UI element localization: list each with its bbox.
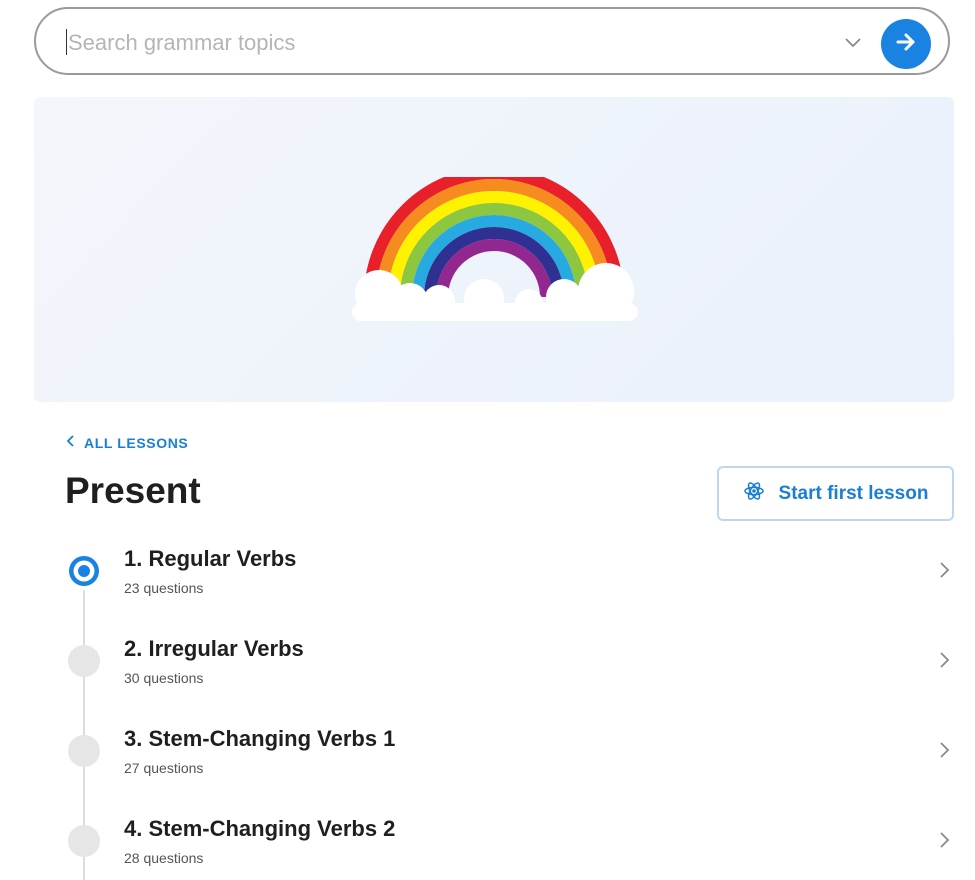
atom-icon: [743, 480, 765, 508]
start-first-lesson-button[interactable]: Start first lesson: [717, 466, 954, 521]
rainbow-illustration: [344, 167, 644, 332]
lesson-marker: [68, 645, 100, 677]
lesson-item-4[interactable]: 4. Stem-Changing Verbs 2 28 questions: [0, 816, 975, 880]
lesson-marker: [68, 735, 100, 767]
search-input[interactable]: [66, 23, 810, 63]
search-bar: [34, 7, 950, 75]
arrow-right-icon: [893, 29, 919, 60]
chevron-right-icon: [937, 739, 953, 761]
lesson-item-3[interactable]: 3. Stem-Changing Verbs 1 27 questions: [0, 726, 975, 815]
page-title: Present: [65, 470, 201, 511]
lesson-question-count: 28 questions: [124, 850, 204, 866]
lesson-question-count: 30 questions: [124, 670, 204, 686]
start-first-lesson-label: Start first lesson: [778, 482, 929, 504]
chevron-down-icon[interactable]: [842, 31, 864, 53]
lesson-page: ALL LESSONS Present Start first lesson: [0, 0, 975, 880]
chevron-right-icon: [937, 829, 953, 851]
lesson-title: 3. Stem-Changing Verbs 1: [124, 726, 396, 751]
lesson-marker-active: [68, 555, 100, 587]
lesson-title: 4. Stem-Changing Verbs 2: [124, 816, 396, 841]
lesson-question-count: 27 questions: [124, 760, 204, 776]
text-caret: [66, 29, 67, 55]
lesson-title: 2. Irregular Verbs: [124, 636, 304, 661]
all-lessons-label: ALL LESSONS: [84, 434, 189, 451]
lesson-item-2[interactable]: 2. Irregular Verbs 30 questions: [0, 636, 975, 725]
lesson-item-1[interactable]: 1. Regular Verbs 23 questions: [0, 546, 975, 635]
lesson-banner: [34, 97, 954, 402]
chevron-right-icon: [937, 649, 953, 671]
lesson-marker: [68, 825, 100, 857]
lesson-title: 1. Regular Verbs: [124, 546, 297, 571]
chevron-right-icon: [937, 559, 953, 581]
chevron-left-icon: [66, 434, 76, 451]
search-submit-button[interactable]: [881, 19, 931, 69]
all-lessons-link[interactable]: ALL LESSONS: [66, 434, 188, 451]
lesson-question-count: 23 questions: [124, 580, 204, 596]
